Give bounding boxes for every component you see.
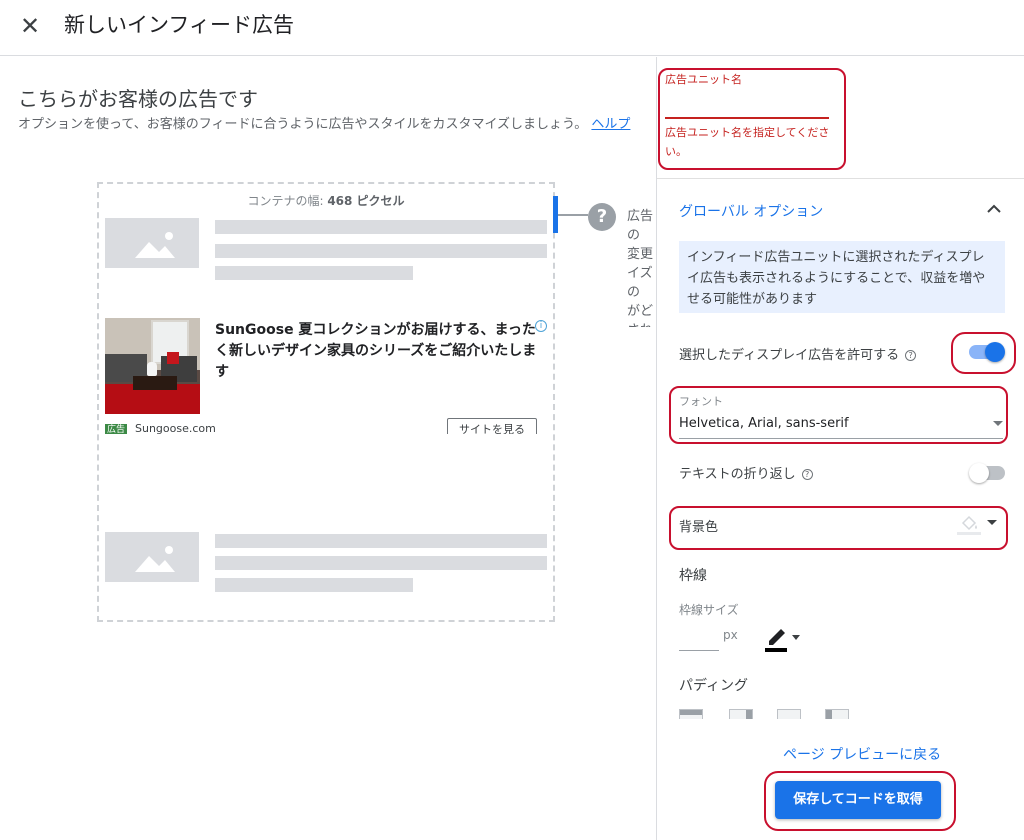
description-text: オプションを使って、お客様のフィードに合うように広告やスタイルをカスタマイズしま…	[18, 117, 588, 132]
save-and-get-code-button[interactable]: 保存してコードを取得	[775, 781, 941, 819]
question-icon[interactable]: ?	[801, 469, 813, 480]
background-color-label: 背景色	[679, 520, 719, 535]
border-size-input[interactable]	[679, 625, 719, 651]
padding-right-icon[interactable]	[729, 709, 753, 719]
dropdown-arrow-icon[interactable]	[987, 520, 997, 525]
background-color-row: 背景色	[679, 513, 1005, 537]
help-icon[interactable]: ?	[588, 203, 616, 231]
help-hint-text: 広告の 変更 イズの がど され す	[627, 209, 654, 327]
placeholder-line	[215, 244, 547, 258]
allow-display-ads-toggle[interactable]	[969, 342, 1005, 362]
allow-display-ads-label: 選択したディスプレイ広告を許可する	[679, 348, 900, 363]
ad-cta-button[interactable]: サイトを見る	[447, 418, 537, 434]
padding-bottom-icon[interactable]	[777, 709, 801, 719]
padding-left-icon[interactable]	[825, 709, 849, 719]
preview-description: オプションを使って、お客様のフィードに合うように広告やスタイルをカスタマイズしま…	[18, 115, 638, 134]
border-heading: 枠線	[679, 568, 707, 584]
dropdown-arrow-icon	[993, 421, 1003, 426]
border-size-unit: px	[723, 628, 738, 642]
question-icon[interactable]: ?	[905, 350, 917, 361]
preview-panel: こちらがお客様の広告です オプションを使って、お客様のフィードに合うように広告や…	[0, 57, 656, 840]
placeholder-image-icon	[105, 218, 199, 268]
padding-top-icon[interactable]	[679, 709, 703, 719]
placeholder-line	[215, 266, 413, 280]
text-wrap-row: テキストの折り返し?	[679, 463, 813, 482]
global-options-title[interactable]: グローバル オプション	[679, 201, 823, 221]
container-width-text: コンテナの幅:	[247, 194, 324, 208]
ad-unit-name-input[interactable]	[665, 117, 829, 119]
ad-preview-container: コンテナの幅: 468 ピクセル SunGoose 夏コレクションがお届けする、…	[97, 182, 555, 622]
info-icon[interactable]: i	[535, 320, 547, 332]
page-title: 新しいインフィード広告	[64, 13, 294, 37]
paint-bucket-icon[interactable]	[957, 513, 981, 535]
options-sidebar: 広告ユニット名 広告ユニット名を指定してください。 グローバル オプション イン…	[656, 57, 1024, 840]
close-icon[interactable]: ✕	[18, 12, 42, 40]
ad-image[interactable]	[105, 318, 200, 414]
marker-connector	[558, 214, 588, 216]
font-label: フォント	[679, 395, 723, 408]
placeholder-line	[215, 578, 413, 592]
placeholder-line	[215, 534, 547, 548]
section-divider	[657, 178, 1024, 179]
padding-options	[679, 707, 859, 719]
text-wrap-toggle[interactable]	[969, 463, 1005, 483]
ad-headline[interactable]: SunGoose 夏コレクションがお届けする、まったく新しいデザイン家具のシリー…	[215, 320, 537, 383]
toggle-knob	[969, 463, 989, 483]
global-options-notice: インフィード広告ユニットに選択されたディスプレイ広告も表示されるようにすることで…	[679, 241, 1005, 313]
top-bar: ✕ 新しいインフィード広告	[0, 0, 1024, 56]
allow-display-ads-row: 選択したディスプレイ広告を許可する?	[679, 344, 917, 363]
preview-heading: こちらがお客様の広告です	[18, 87, 258, 111]
ad-badge: 広告	[105, 424, 128, 434]
ad-footer: 広告 Sungoose.com サイトを見る	[105, 416, 545, 434]
toggle-knob	[985, 342, 1005, 362]
container-width-label: コンテナの幅: 468 ピクセル	[99, 192, 553, 209]
chevron-up-icon[interactable]	[983, 197, 1005, 221]
placeholder-image-icon	[105, 532, 199, 582]
font-select[interactable]: Helvetica, Arial, sans-serif	[679, 413, 1003, 439]
text-wrap-label: テキストの折り返し	[679, 467, 796, 482]
placeholder-line	[215, 220, 547, 234]
help-link[interactable]: ヘルプ	[591, 117, 630, 132]
border-size-label: 枠線サイズ	[679, 603, 739, 617]
back-to-page-preview-link[interactable]: ページ プレビューに戻る	[783, 744, 941, 764]
font-value: Helvetica, Arial, sans-serif	[679, 416, 849, 431]
ad-unit-name-error: 広告ユニット名を指定してください。	[665, 126, 830, 158]
padding-heading: パディング	[679, 678, 749, 694]
ad-domain[interactable]: Sungoose.com	[135, 422, 216, 434]
placeholder-line	[215, 556, 547, 570]
border-color-pen-icon[interactable]	[765, 623, 801, 653]
container-width-value: 468 ピクセル	[327, 194, 405, 208]
ad-unit-name-label: 広告ユニット名	[665, 73, 742, 86]
